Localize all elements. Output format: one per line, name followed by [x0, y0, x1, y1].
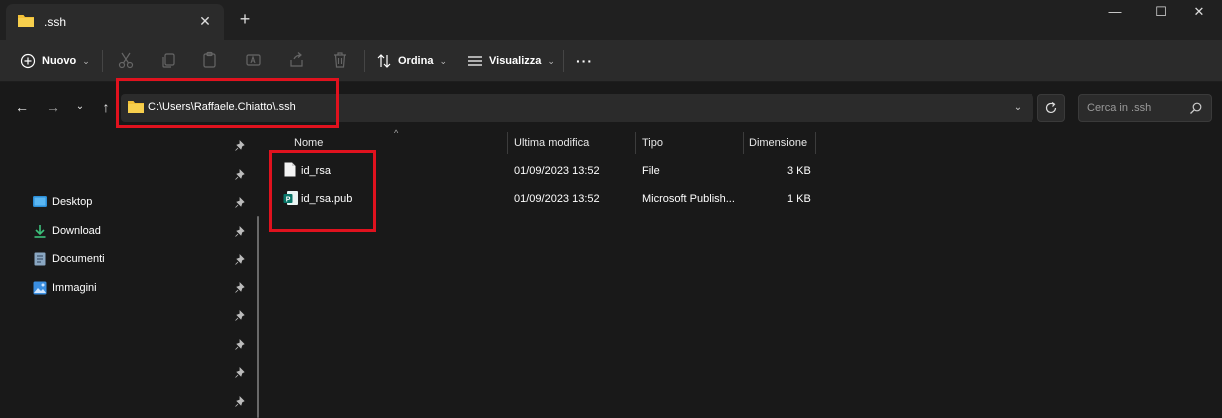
sidebar-scrollbar[interactable]	[257, 216, 259, 418]
pin-icon[interactable]	[234, 197, 246, 209]
search-placeholder: Cerca in .ssh	[1087, 102, 1152, 114]
file-list-header: ^ Nome Ultima modifica Tipo Dimensione	[266, 128, 1222, 154]
download-icon	[33, 224, 47, 238]
desktop-icon	[33, 195, 47, 209]
sidebar-item-download[interactable]: Download	[33, 221, 101, 241]
pin-icon[interactable]	[234, 367, 246, 379]
view-button-label: Visualizza	[489, 55, 542, 67]
recent-locations-icon[interactable]: ⌄	[70, 98, 90, 116]
pin-icon[interactable]	[234, 140, 246, 152]
file-size: 1 KB	[787, 193, 811, 205]
column-divider[interactable]	[507, 132, 508, 154]
sidebar-item-immagini[interactable]: Immagini	[33, 278, 97, 298]
address-dropdown-icon[interactable]: ⌄	[1004, 94, 1032, 122]
tab-ssh[interactable]: .ssh ✕	[6, 4, 224, 40]
file-size: 3 KB	[787, 165, 811, 177]
column-header-type[interactable]: Tipo	[642, 137, 663, 149]
pin-icon[interactable]	[234, 310, 246, 322]
pin-icon[interactable]	[234, 282, 246, 294]
column-divider[interactable]	[635, 132, 636, 154]
chevron-down-icon: ⌄	[547, 55, 555, 66]
pin-icon[interactable]	[234, 226, 246, 238]
document-icon	[33, 252, 47, 266]
toolbar-divider	[102, 50, 103, 72]
tab-title: .ssh	[44, 15, 67, 29]
pin-icon[interactable]	[234, 339, 246, 351]
navigation-pane: Desktop Download Documenti Immagini	[0, 132, 260, 418]
rename-icon[interactable]	[244, 50, 264, 70]
sort-button[interactable]: Ordina ⌄	[376, 48, 447, 74]
column-header-name[interactable]: Nome	[294, 137, 323, 149]
file-type: File	[642, 165, 660, 177]
sidebar-item-label: Download	[52, 225, 101, 237]
column-divider[interactable]	[815, 132, 816, 154]
folder-icon	[18, 14, 34, 31]
view-icon	[467, 53, 483, 69]
copy-icon[interactable]	[158, 50, 178, 70]
delete-icon[interactable]	[330, 50, 350, 70]
cut-icon[interactable]	[116, 50, 136, 70]
sidebar-item-desktop[interactable]: Desktop	[33, 192, 92, 212]
command-bar: Nuovo ⌄ Ordina ⌄ Visualizza ⌄ ···	[0, 40, 1222, 82]
pin-icon[interactable]	[234, 169, 246, 181]
sidebar-item-documenti[interactable]: Documenti	[33, 249, 105, 269]
sidebar-item-label: Documenti	[52, 253, 105, 265]
file-modified: 01/09/2023 13:52	[514, 165, 600, 177]
tab-close-icon[interactable]: ✕	[196, 12, 214, 30]
toolbar-divider	[563, 50, 564, 72]
new-button-label: Nuovo	[42, 55, 77, 67]
column-divider[interactable]	[743, 132, 744, 154]
view-button[interactable]: Visualizza ⌄	[467, 48, 555, 74]
pin-icon[interactable]	[234, 254, 246, 266]
plus-circle-icon	[20, 53, 36, 69]
files-highlight-box	[269, 150, 376, 232]
share-icon[interactable]	[287, 50, 307, 70]
toolbar-divider	[364, 50, 365, 72]
chevron-down-icon: ⌄	[439, 55, 447, 66]
pin-icon[interactable]	[234, 396, 246, 408]
file-type: Microsoft Publish...	[642, 193, 735, 205]
sort-ascending-icon: ^	[394, 128, 399, 138]
back-arrow-icon[interactable]: ←	[12, 98, 32, 116]
address-highlight-box	[116, 78, 339, 128]
pictures-icon	[33, 281, 47, 295]
column-header-size[interactable]: Dimensione	[749, 137, 807, 149]
new-button[interactable]: Nuovo ⌄	[20, 48, 90, 74]
title-bar: .ssh ✕ + — ☐ ✕	[0, 0, 1222, 40]
search-field[interactable]: Cerca in .ssh	[1078, 94, 1212, 122]
refresh-icon	[1045, 102, 1057, 114]
search-icon	[1189, 101, 1203, 118]
forward-arrow-icon[interactable]: →	[43, 98, 63, 116]
chevron-down-icon: ⌄	[82, 55, 90, 66]
sort-button-label: Ordina	[398, 55, 434, 67]
up-arrow-icon[interactable]: ↑	[96, 98, 116, 116]
close-window-button[interactable]: ✕	[1176, 0, 1222, 28]
sort-icon	[376, 53, 392, 69]
file-modified: 01/09/2023 13:52	[514, 193, 600, 205]
sidebar-item-label: Desktop	[52, 196, 93, 208]
more-options-button[interactable]: ···	[576, 48, 593, 74]
new-tab-button[interactable]: +	[236, 10, 254, 28]
minimize-button[interactable]: —	[1092, 0, 1138, 28]
refresh-button[interactable]	[1037, 94, 1065, 122]
sidebar-item-label: Immagini	[52, 282, 97, 294]
column-header-modified[interactable]: Ultima modifica	[514, 137, 589, 149]
paste-icon[interactable]	[200, 50, 220, 70]
